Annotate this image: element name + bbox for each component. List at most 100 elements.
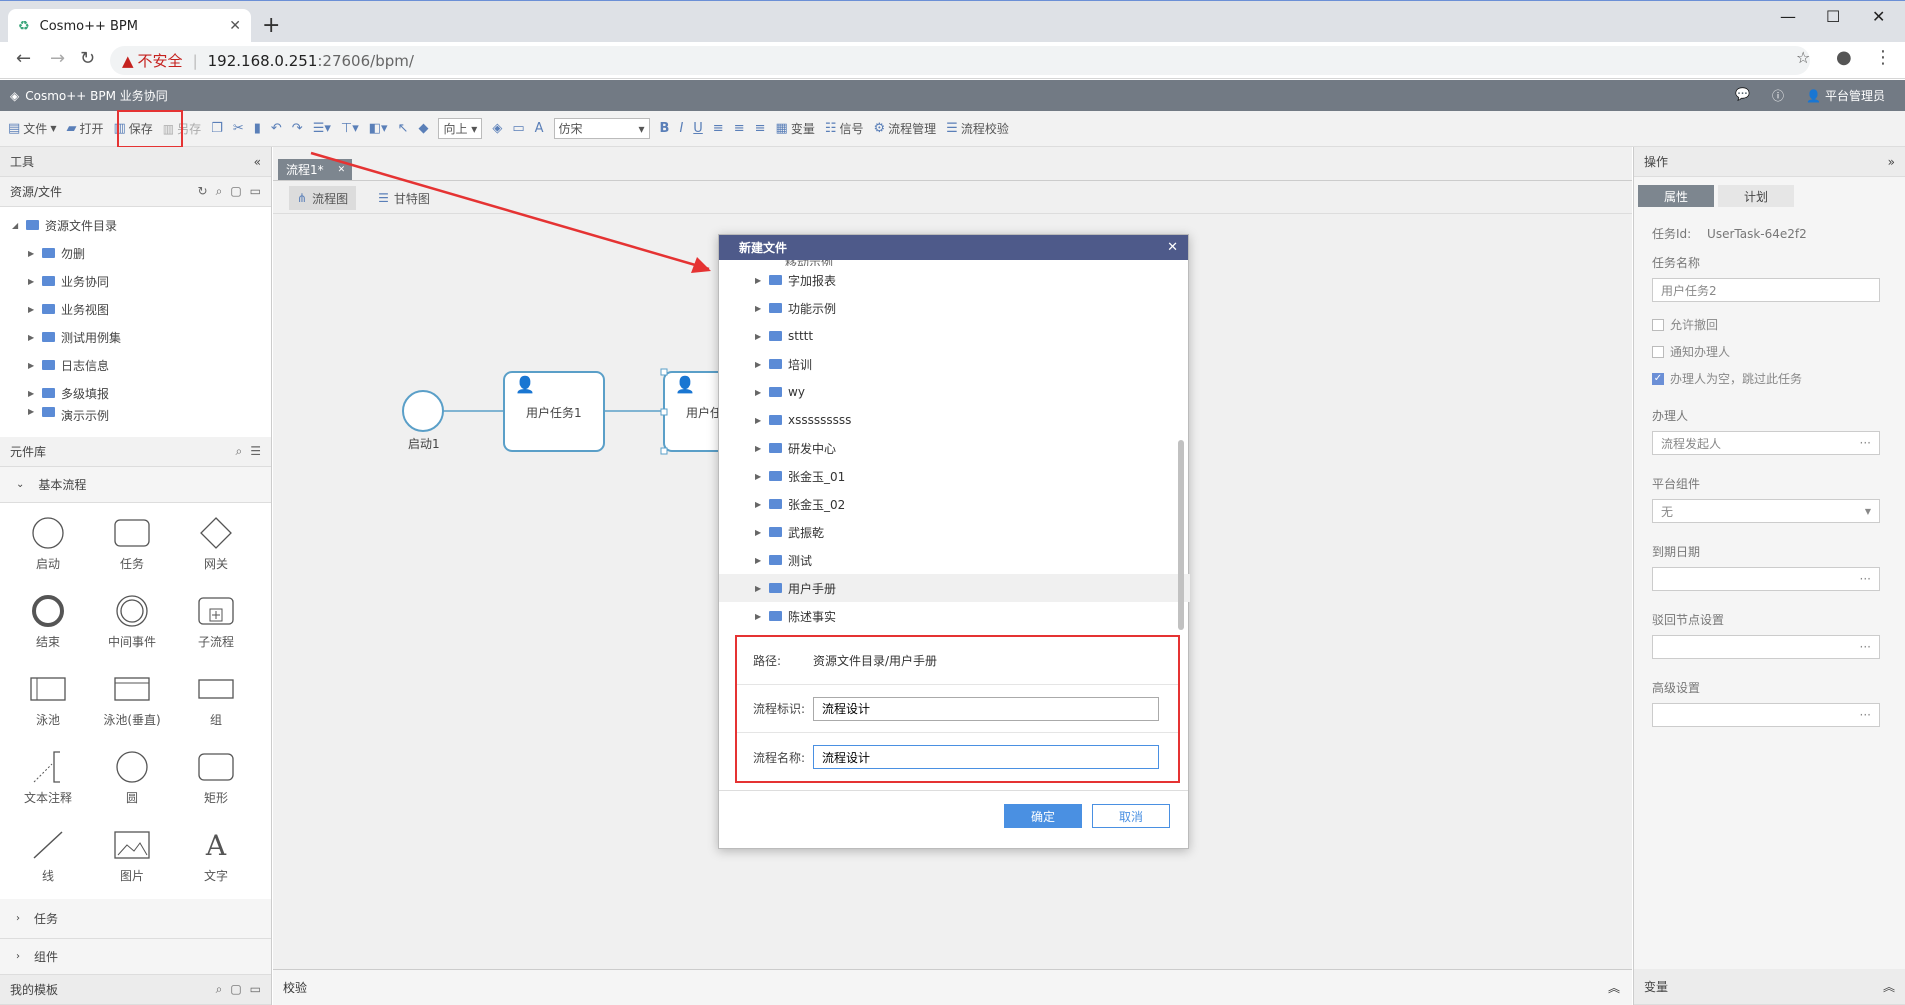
more-icon[interactable]: ··· [1860, 436, 1871, 450]
more-icon[interactable]: ··· [1860, 708, 1871, 722]
pointer-icon[interactable]: ↖ [398, 121, 409, 136]
minimize-icon[interactable]: — [1780, 7, 1796, 26]
copy-icon[interactable]: ❐ [211, 121, 223, 136]
withdraw-checkbox[interactable]: 允许撤回 [1652, 316, 1905, 333]
process-mgmt-button[interactable]: ⚙ 流程管理 [874, 120, 937, 137]
tree-item[interactable]: ▶ 日志信息 [12, 351, 271, 379]
tree-item[interactable]: ▶ wy [719, 378, 1190, 406]
delete-icon[interactable]: ▮ [254, 121, 261, 136]
cut-icon[interactable]: ✂ [233, 121, 244, 136]
align-center-icon[interactable]: ≡ [734, 121, 745, 136]
ok-button[interactable]: 确定 [1004, 804, 1082, 828]
url-field[interactable]: ▲ 不安全 | 192.168.0.251 :27606/bpm/ [110, 46, 1810, 75]
advanced-input[interactable]: ··· [1652, 703, 1880, 727]
chat-icon[interactable]: 💬 [1735, 87, 1750, 104]
new-folder-icon[interactable]: ▭ [250, 184, 261, 199]
shape-task[interactable]: 任务 [90, 515, 174, 593]
direction-select[interactable]: 向上 ▾ [438, 118, 483, 139]
signals-button[interactable]: ☷ 信号 [825, 120, 864, 137]
shape-pool-vertical[interactable]: 泳池(垂直) [90, 671, 174, 749]
reject-input[interactable]: ··· [1652, 635, 1880, 659]
forward-icon[interactable]: → [50, 48, 65, 69]
shape-line[interactable]: 线 [6, 827, 90, 905]
shape-circle[interactable]: 圆 [90, 749, 174, 827]
scrollbar[interactable] [1178, 440, 1184, 630]
shape-rectangle[interactable]: 矩形 [174, 749, 258, 827]
border-icon[interactable]: ▭ [512, 121, 524, 136]
tree-item[interactable]: ▶ 勿删 [12, 239, 271, 267]
cancel-button[interactable]: 取消 [1092, 804, 1170, 828]
maximize-icon[interactable]: ☐ [1826, 7, 1840, 26]
tree-item[interactable]: ▶ 研发中心 [719, 434, 1190, 462]
shape-start[interactable]: 启动 [6, 515, 90, 593]
search-icon[interactable]: ⌕ [216, 184, 223, 199]
shape-end[interactable]: 结束 [6, 593, 90, 671]
task-group-header[interactable]: › 任务 [0, 899, 271, 939]
collapse-right-icon[interactable]: » [1888, 155, 1895, 169]
shape-group[interactable]: 组 [174, 671, 258, 749]
tree-item[interactable]: ▶ 多级填报 [12, 379, 271, 407]
collapse-icon[interactable]: « [254, 155, 261, 169]
expand-up-icon[interactable]: ︽ [1883, 978, 1895, 995]
redo-icon[interactable]: ↷ [292, 121, 303, 136]
expand-up-icon[interactable]: ︽ [1608, 979, 1620, 996]
star-icon[interactable]: ☆ [1796, 48, 1810, 67]
tree-item[interactable]: ▶ xsssssssss [719, 406, 1190, 434]
new-file-icon[interactable]: ▢ [230, 184, 241, 199]
valign-icon[interactable]: ⊤▾ [341, 121, 359, 136]
start-node[interactable] [402, 390, 444, 432]
tab-plan[interactable]: 计划 [1718, 185, 1794, 207]
tree-item[interactable]: ▶ 测试用例集 [12, 323, 271, 351]
folder-tree[interactable]: 移动示例 ▶ 字加报表 ▶ 功能示例 ▶ stttt ▶ 培训 ▶ wy ▶ xssssss… [719, 260, 1190, 626]
file-menu[interactable]: ▤ 文件 ▼ [8, 120, 56, 137]
undo-icon[interactable]: ↶ [271, 121, 282, 136]
bold-icon[interactable]: B [660, 121, 670, 136]
align-left-icon[interactable]: ≡ [713, 121, 724, 136]
back-icon[interactable]: ← [16, 48, 31, 69]
shape-pool[interactable]: 泳池 [6, 671, 90, 749]
process-check-button[interactable]: ☰ 流程校验 [946, 120, 1009, 137]
font-color-icon[interactable]: A [535, 121, 544, 136]
component-group-header[interactable]: › 组件 [0, 939, 271, 975]
tree-item[interactable]: ▶ 武振乾 [719, 518, 1190, 546]
tree-item[interactable]: ▶ 功能示例 [719, 294, 1190, 322]
selection-handle[interactable] [660, 447, 668, 455]
close-icon[interactable]: ✕ [229, 18, 241, 34]
selection-handle[interactable] [660, 368, 668, 376]
italic-icon[interactable]: I [679, 121, 683, 136]
align-right-icon[interactable]: ≡ [755, 121, 766, 136]
open-button[interactable]: ▰ 打开 [66, 120, 103, 137]
task-name-input[interactable]: 用户任务2 [1652, 278, 1880, 302]
align-icon[interactable]: ☰▾ [313, 121, 331, 136]
account-icon[interactable]: ● [1836, 47, 1852, 68]
basic-group-header[interactable]: ⌄ 基本流程 [0, 467, 271, 503]
browser-tab[interactable]: ♻ Cosmo++ BPM ✕ [8, 9, 251, 43]
underline-icon[interactable]: U [693, 121, 703, 136]
component-select[interactable]: 无 ▼ [1652, 499, 1880, 523]
search-icon[interactable]: ⌕ [216, 982, 223, 997]
process-id-input[interactable] [813, 696, 1159, 721]
tree-item[interactable]: ▶ 张金玉_02 [719, 490, 1190, 518]
fill-icon[interactable]: ◆ [418, 121, 428, 136]
tree-item[interactable]: ▶ 业务协同 [12, 267, 271, 295]
tree-item[interactable]: ▶ 业务视图 [12, 295, 271, 323]
window-close-icon[interactable]: ✕ [1872, 7, 1885, 26]
list-icon[interactable]: ☰ [250, 444, 261, 459]
user-menu[interactable]: 👤 平台管理员 [1806, 87, 1885, 104]
due-input[interactable]: ··· [1652, 567, 1880, 591]
info-icon[interactable]: ⓘ [1772, 87, 1784, 104]
font-select[interactable]: 仿宋 ▾ [553, 118, 650, 139]
tree-root[interactable]: ◢ 资源文件目录 [12, 211, 271, 239]
shape-intermediate[interactable]: 中间事件 [90, 593, 174, 671]
reload-icon[interactable]: ↻ [80, 48, 95, 69]
tree-item-selected[interactable]: ▶ 用户手册 [719, 574, 1190, 602]
tree-item[interactable]: ▶ 测试 [719, 546, 1190, 574]
new-tab-button[interactable]: + [262, 13, 280, 38]
tree-item[interactable]: ▶ 字加报表 [719, 266, 1190, 294]
more-icon[interactable]: ··· [1860, 572, 1871, 586]
shape-gateway[interactable]: 网关 [174, 515, 258, 593]
tree-item[interactable]: ▶ 张金玉_01 [719, 462, 1190, 490]
skip-checkbox[interactable]: ✓ 办理人为空，跳过此任务 [1652, 370, 1905, 387]
shape-image[interactable]: 图片 [90, 827, 174, 905]
tree-item[interactable]: ▶ stttt [719, 322, 1190, 350]
